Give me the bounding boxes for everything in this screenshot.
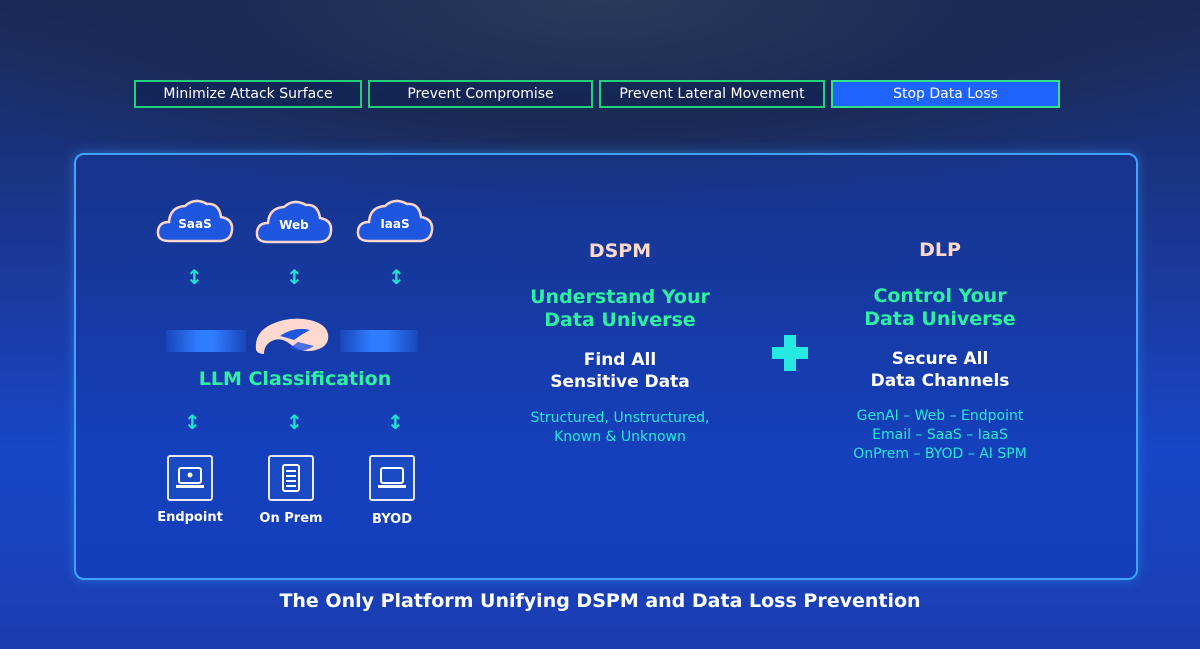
llm-classification-label: LLM Classification (198, 368, 392, 390)
dlp-column: DLP Control Your Data Universe Secure Al… (790, 239, 1090, 464)
dlp-detail-2: Email – SaaS – IaaS (872, 427, 1008, 443)
dspm-subhead-1: Find All (583, 350, 657, 370)
glow-bar-right (340, 330, 418, 352)
dlp-headline-2: Data Universe (864, 308, 1016, 330)
laptop-icon (378, 467, 406, 488)
byod-label: BYOD (372, 512, 412, 527)
bidirectional-arrow-icon: ↕ (286, 265, 303, 289)
endpoint-device-icon (167, 455, 213, 501)
dspm-column: DSPM Understand Your Data Universe Find … (470, 240, 770, 447)
zscaler-logo-icon (255, 318, 329, 354)
dlp-headline-1: Control Your (873, 285, 1007, 307)
bidirectional-arrow-icon: ↕ (184, 410, 201, 434)
dlp-detail-1: GenAI – Web – Endpoint (856, 408, 1024, 424)
tab-minimize-attack-surface[interactable]: Minimize Attack Surface (134, 80, 362, 108)
bidirectional-arrow-icon: ↕ (286, 410, 303, 434)
dlp-title: DLP (919, 239, 961, 261)
dspm-title: DSPM (588, 240, 652, 262)
bidirectional-arrow-icon: ↕ (388, 265, 405, 289)
dspm-detail-2: Known & Unknown (554, 429, 686, 445)
on-prem-label: On Prem (259, 511, 323, 526)
endpoint-label: Endpoint (157, 510, 223, 525)
bidirectional-arrow-icon: ↕ (186, 265, 203, 289)
cloud-label: Web (279, 218, 309, 232)
cloud-label: IaaS (380, 217, 410, 231)
laptop-icon (176, 467, 204, 488)
dspm-headline-2: Data Universe (544, 309, 696, 331)
on-prem-server-icon (268, 455, 314, 501)
tab-prevent-compromise[interactable]: Prevent Compromise (368, 80, 593, 108)
tab-stop-data-loss[interactable]: Stop Data Loss (831, 80, 1060, 108)
dspm-detail-1: Structured, Unstructured, (530, 410, 710, 426)
bidirectional-arrow-icon: ↕ (387, 410, 404, 434)
server-icon (282, 464, 300, 492)
footer-tagline: The Only Platform Unifying DSPM and Data… (279, 590, 921, 612)
top-tab-bar: Minimize Attack Surface Prevent Compromi… (134, 80, 1060, 108)
dspm-subhead-2: Sensitive Data (550, 372, 690, 392)
dlp-subhead-2: Data Channels (870, 371, 1010, 391)
cloud-label: SaaS (178, 217, 212, 231)
tab-prevent-lateral-movement[interactable]: Prevent Lateral Movement (599, 80, 825, 108)
glow-bar-left (166, 330, 246, 352)
dspm-headline-1: Understand Your (530, 286, 710, 308)
dlp-detail-3: OnPrem – BYOD – AI SPM (853, 446, 1027, 462)
byod-device-icon (369, 455, 415, 501)
dlp-subhead-1: Secure All (891, 349, 989, 369)
